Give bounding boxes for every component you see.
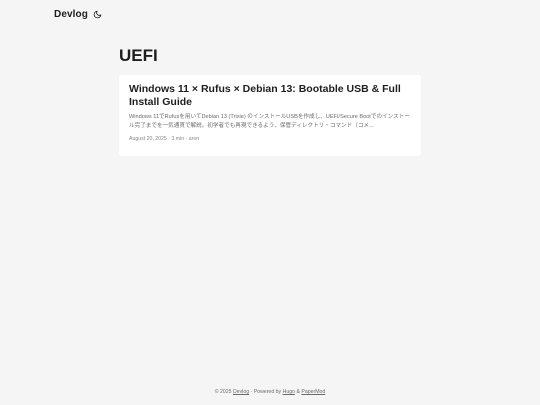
footer-hugo-link[interactable]: Hugo [283,389,295,395]
site-footer: © 2025 Devlog · Powered by Hugo & PaperM… [0,388,540,396]
footer-amp: & [296,389,300,395]
footer-theme-link[interactable]: PaperMod [301,389,325,395]
post-author: aron [188,136,200,142]
post-date: August 20, 2025 [129,136,167,142]
page-title: UEFI [119,46,158,65]
meta-separator: · [168,136,170,142]
meta-separator: · [185,136,188,142]
footer-copyright: © 2025 [214,389,232,395]
post-meta: August 20, 2025 · 3 min · aron [129,135,411,143]
post-summary: Windows 11でRufusを用いてDebian 13 (Trixie) の… [129,114,410,129]
post-title: Windows 11 × Rufus × Debian 13: Bootable… [129,83,401,108]
site-header: Devlog [54,6,103,22]
post-entry[interactable]: Windows 11 × Rufus × Debian 13: Bootable… [119,75,421,156]
moon-icon [94,10,102,18]
post-read-time: 3 min [171,136,185,142]
site-logo-link[interactable]: Devlog [54,9,88,20]
footer-site-link[interactable]: Devlog [233,389,249,395]
footer-powered-by: · Powered by [250,389,282,395]
theme-toggle-button[interactable] [93,9,103,19]
page: Devlog UEFI Windows 11 × Rufus × Debian … [0,0,540,405]
